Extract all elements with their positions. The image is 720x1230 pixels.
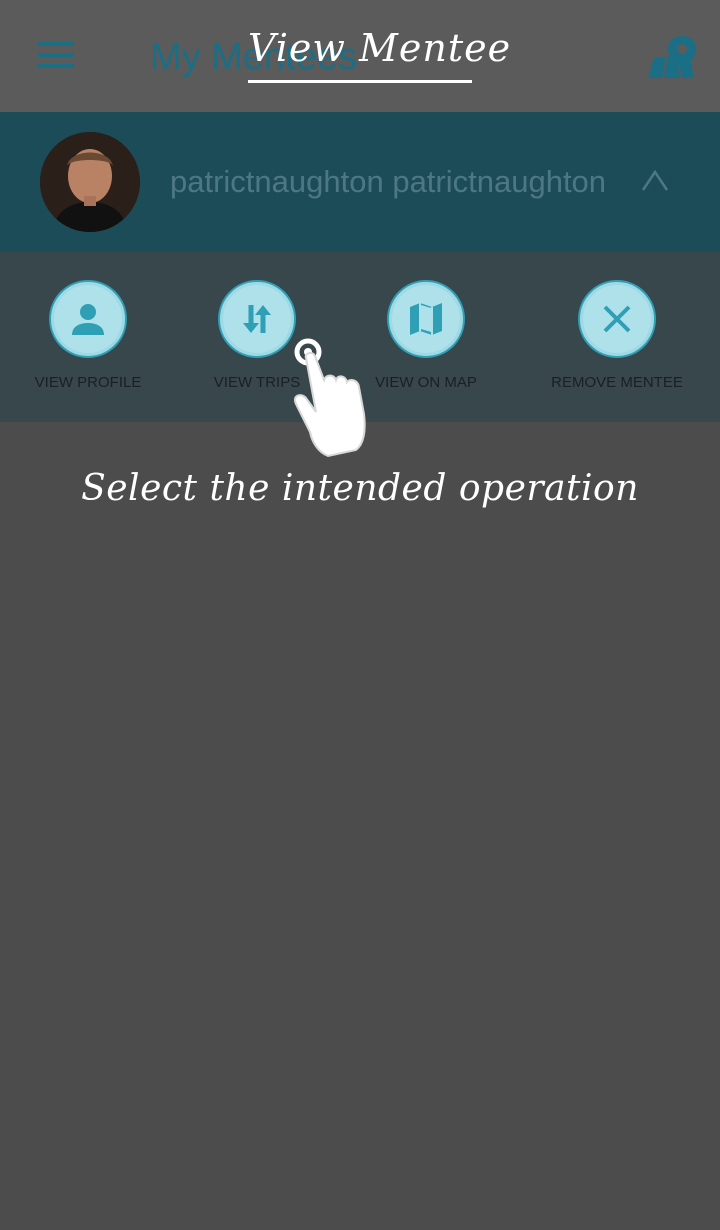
chevron-up-icon[interactable] [641,168,669,192]
remove-mentee-button[interactable]: REMOVE MENTEE [537,280,697,391]
close-icon [578,280,656,358]
view-profile-button[interactable]: VIEW PROFILE [8,280,168,391]
tutorial-title: View Mentee [248,26,512,70]
folded-map-icon [387,280,465,358]
app-bar: My Mentees View Mentee [0,0,720,112]
person-icon [49,280,127,358]
tap-hand-icon [282,334,374,458]
mentee-header[interactable]: patrictnaughton patrictnaughton [0,112,720,252]
view-profile-label: VIEW PROFILE [34,374,142,391]
tutorial-title-underline [248,80,472,83]
avatar [40,132,140,232]
map-pin-icon[interactable] [646,34,696,80]
remove-mentee-label: REMOVE MENTEE [551,374,683,391]
mentee-name: patrictnaughton patrictnaughton [170,164,607,199]
tutorial-instruction: Select the intended operation [81,468,639,509]
hamburger-menu-icon[interactable] [38,42,74,70]
